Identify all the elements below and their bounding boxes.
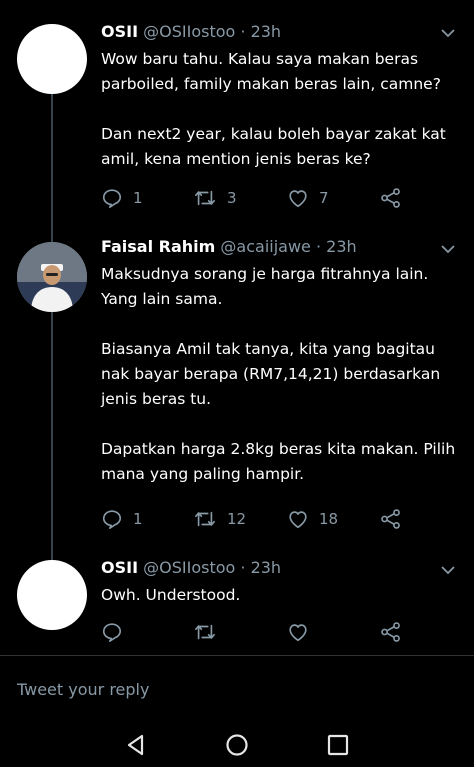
avatar[interactable] [17,242,87,312]
tweet[interactable]: OSII @OSIIostoo · 23h Wow baru tahu. Kal… [0,0,474,235]
like-button[interactable] [287,619,309,645]
reply-count: 1 [133,510,143,528]
profile-photo [17,242,87,312]
like-count: 7 [319,189,329,207]
author-handle[interactable]: @OSIIostoo [143,558,235,577]
tweet-paragraph: Biasanya Amil tak tanya, kita yang bagit… [101,340,441,408]
retweet-count: 12 [227,510,247,528]
chevron-down-icon[interactable] [440,243,456,255]
avatar[interactable] [17,24,87,94]
chevron-down-icon[interactable] [440,564,456,576]
tweet-paragraph: Maksudnya sorang je harga fitrahnya lain… [101,265,429,308]
heart-icon [289,624,307,642]
tweet[interactable]: Faisal Rahim @acaiijawe · 23h Maksudnya … [0,235,474,545]
share-button[interactable] [380,619,402,645]
share-icon [381,622,400,642]
reply-button[interactable]: 1 [101,185,143,211]
system-nav-bar [0,723,474,767]
reply-count: 1 [133,189,143,207]
share-button[interactable] [380,185,402,211]
recents-icon[interactable] [324,731,352,759]
author-name[interactable]: OSII [101,22,138,41]
share-icon [381,509,400,529]
reply-input[interactable]: Tweet your reply [17,680,149,699]
tweet-actions: 1 3 7 [101,185,434,211]
back-icon[interactable] [122,731,150,759]
tweet-time: · 23h [240,558,282,577]
reply-button[interactable]: 1 [101,506,143,532]
retweet-button[interactable]: 3 [193,185,237,211]
reply-composer[interactable]: Tweet your reply [0,655,474,724]
tweet[interactable]: OSII @OSIIostoo · 23h Owh. Understood. [0,555,474,655]
tweet-time: · 23h [240,22,282,41]
retweet-icon [195,511,215,527]
tweet-text: Owh. Understood. [101,583,461,608]
like-button[interactable]: 7 [287,185,329,211]
retweet-icon [195,190,215,206]
avatar[interactable] [17,560,87,630]
heart-icon [289,511,307,529]
chevron-down-icon[interactable] [440,27,456,39]
retweet-button[interactable] [193,619,217,645]
reply-icon [102,510,122,529]
tweet-paragraph: Dan next2 year, kalau boleh bayar zakat … [101,125,446,168]
retweet-count: 3 [227,189,237,207]
tweet-actions: 1 12 18 [101,506,434,532]
tweet-header: Faisal Rahim @acaiijawe · 23h [101,237,434,257]
author-handle[interactable]: @acaiijawe [220,237,310,256]
author-handle[interactable]: @OSIIostoo [143,22,235,41]
retweet-icon [195,624,215,640]
tweet-paragraph: Dapatkan harga 2.8kg beras kita makan. P… [101,440,456,483]
reply-icon [102,189,122,208]
tweet-actions [101,619,434,645]
like-button[interactable]: 18 [287,506,338,532]
reply-icon [102,623,122,642]
tweet-header: OSII @OSIIostoo · 23h [101,22,434,42]
retweet-button[interactable]: 12 [193,506,246,532]
tweet-text: Maksudnya sorang je harga fitrahnya lain… [101,262,461,487]
tweet-paragraph: Wow baru tahu. Kalau saya makan beras pa… [101,50,441,93]
heart-icon [289,190,307,208]
tweet-paragraph: Owh. Understood. [101,586,241,604]
home-icon[interactable] [223,731,251,759]
reply-button[interactable] [101,619,123,645]
share-icon [381,188,400,208]
author-name[interactable]: OSII [101,558,138,577]
like-count: 18 [319,510,339,528]
tweet-time: · 23h [315,237,357,256]
tweet-text: Wow baru tahu. Kalau saya makan beras pa… [101,47,461,172]
author-name[interactable]: Faisal Rahim [101,237,215,256]
share-button[interactable] [380,506,402,532]
tweet-header: OSII @OSIIostoo · 23h [101,558,434,578]
